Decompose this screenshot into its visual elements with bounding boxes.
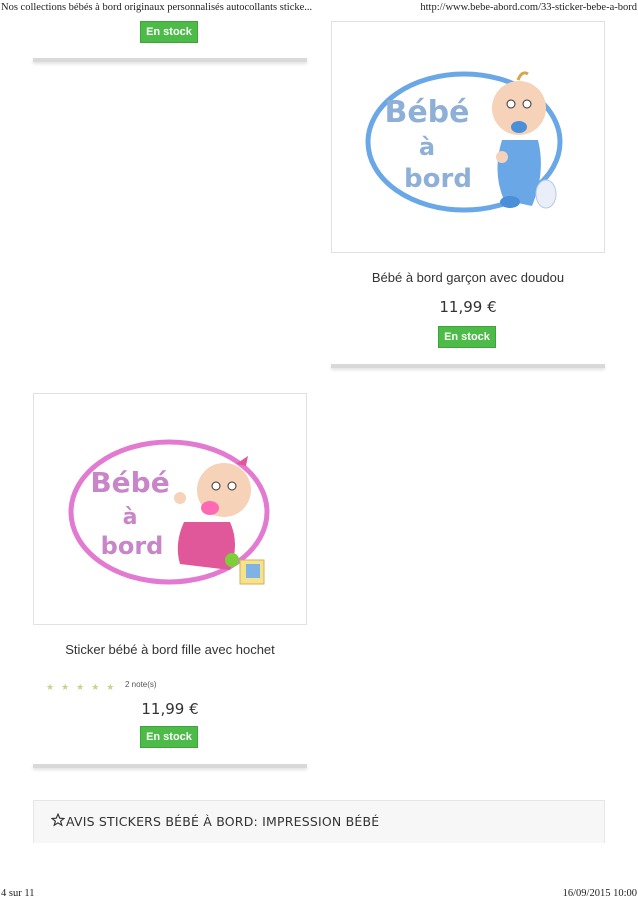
baby-girl-sticker-icon: Bébé à bord: [68, 439, 270, 585]
product-name-girl[interactable]: Sticker bébé à bord fille avec hochet: [33, 642, 307, 657]
in-stock-button[interactable]: En stock: [140, 726, 198, 748]
in-stock-button[interactable]: En stock: [438, 326, 496, 348]
print-page-url: http://www.bebe-abord.com/33-sticker-beb…: [420, 2, 637, 13]
product-image-girl[interactable]: Bébé à bord: [33, 393, 307, 625]
product-price-boy: 11,99 €: [439, 298, 497, 316]
image-text-a: à: [419, 133, 435, 161]
product-price-girl: 11,99 €: [141, 700, 199, 718]
print-datetime: 16/09/2015 10:00: [562, 888, 637, 899]
product-image-boy[interactable]: Bébé à bord: [331, 21, 605, 253]
image-text-a: à: [123, 505, 138, 530]
image-text-bebe: Bébé: [384, 95, 469, 130]
star-outline-icon: [51, 813, 65, 827]
in-stock-button[interactable]: En stock: [140, 21, 198, 43]
image-text-bord: bord: [101, 532, 164, 560]
rating-stars: ★★★★★: [46, 682, 122, 692]
print-header: Nos collections bébés à bord originaux p…: [0, 2, 638, 16]
reviews-section: AVIS STICKERS BÉBÉ À BORD: IMPRESSION BÉ…: [33, 800, 605, 843]
product-card-bottom: [33, 58, 307, 62]
print-page-number: 4 sur 11: [1, 888, 35, 899]
print-footer: 4 sur 11 16/09/2015 10:00: [0, 888, 638, 902]
image-text-bord: bord: [404, 164, 472, 194]
product-name-boy[interactable]: Bébé à bord garçon avec doudou: [331, 270, 605, 285]
reviews-title: AVIS STICKERS BÉBÉ À BORD: IMPRESSION BÉ…: [66, 814, 380, 829]
baby-boy-sticker-icon: Bébé à bord: [365, 71, 563, 213]
product-card-bottom: [331, 364, 605, 368]
print-page-title: Nos collections bébés à bord originaux p…: [1, 2, 313, 13]
image-text-bebe: Bébé: [90, 466, 169, 499]
product-card-bottom: [33, 764, 307, 768]
rating-count[interactable]: 2 note(s): [125, 680, 157, 689]
